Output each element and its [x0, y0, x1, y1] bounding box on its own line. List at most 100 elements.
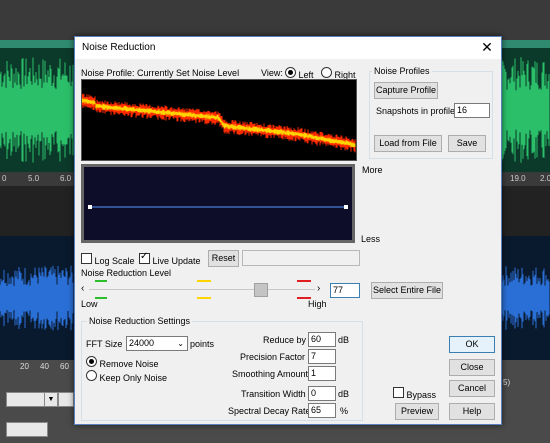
- waveform-spectrum-right[interactable]: [499, 236, 550, 360]
- select-entire-file-button[interactable]: Select Entire File: [371, 282, 443, 299]
- remove-noise-label: Remove Noise: [99, 359, 159, 369]
- fft-size-label: FFT Size: [86, 339, 123, 349]
- nr-settings-group: Noise Reduction Settings FFT Size 24000 …: [81, 316, 363, 421]
- bottom-tick: 20: [20, 362, 29, 371]
- noise-profiles-group-label: Noise Profiles: [372, 66, 432, 76]
- keep-only-noise-label: Keep Only Noise: [99, 373, 168, 383]
- nr-settings-group-label: Noise Reduction Settings: [87, 316, 193, 326]
- bottom-tick: 60: [60, 362, 69, 371]
- fft-size-value: 24000: [129, 338, 155, 348]
- chevron-down-icon[interactable]: ▼: [44, 392, 58, 407]
- partial-label: 5): [503, 378, 511, 387]
- slider-red-mark: [297, 280, 311, 282]
- precision-factor-label: Precision Factor: [240, 352, 306, 362]
- points-label: points: [190, 339, 215, 349]
- precision-factor-input[interactable]: 7: [308, 349, 336, 364]
- waveform-left-channel-left[interactable]: [0, 48, 74, 172]
- keep-only-noise-radio[interactable]: Keep Only Noise: [86, 370, 167, 383]
- checkmark-icon: ✓: [139, 251, 150, 264]
- nr-level-input[interactable]: 77: [330, 283, 360, 298]
- radio-icon: [321, 67, 332, 78]
- log-scale-label: Log Scale: [94, 256, 135, 266]
- nr-level-label: Noise Reduction Level: [81, 268, 172, 278]
- transition-width-unit: dB: [338, 389, 350, 399]
- noise-profile-graph: [81, 79, 357, 161]
- ruler-tick: 6.0: [60, 174, 72, 183]
- live-update-label: Live Update: [152, 256, 201, 266]
- reduction-curve-graph[interactable]: [81, 164, 355, 243]
- reduce-by-label: Reduce by: [263, 335, 307, 345]
- waveform-spectrum-left[interactable]: [0, 236, 74, 360]
- low-label: Low: [81, 299, 98, 309]
- slider-right-arrow-icon[interactable]: ›: [317, 283, 320, 294]
- curve-handle-right[interactable]: [344, 205, 348, 209]
- bottom-tick: 40: [40, 362, 49, 371]
- radio-icon: [86, 370, 97, 381]
- smoothing-amount-label: Smoothing Amount: [232, 369, 309, 379]
- close-icon[interactable]: ✕: [479, 39, 495, 56]
- ruler-tick: 2.0: [540, 174, 550, 183]
- spectral-decay-unit: %: [340, 406, 349, 416]
- more-label: More: [362, 165, 383, 175]
- save-button[interactable]: Save: [448, 135, 486, 152]
- ok-button[interactable]: OK: [449, 336, 495, 353]
- transition-width-label: Transition Width: [241, 389, 306, 399]
- live-update-checkbox[interactable]: ✓ Live Update: [139, 251, 201, 266]
- bg-dropdown[interactable]: [6, 392, 46, 407]
- reset-display-field: [242, 250, 360, 266]
- load-from-file-button[interactable]: Load from File: [374, 135, 442, 152]
- cancel-button[interactable]: Cancel: [449, 380, 495, 397]
- radio-icon: [285, 67, 296, 78]
- spectral-decay-label: Spectral Decay Rate: [228, 406, 311, 416]
- slider-left-arrow-icon[interactable]: ‹: [81, 283, 84, 294]
- chevron-down-icon: ⌄: [177, 339, 184, 348]
- slider-yellow-mark: [197, 297, 211, 299]
- snapshots-input[interactable]: 16: [454, 103, 490, 118]
- help-button[interactable]: Help: [449, 403, 495, 420]
- close-button[interactable]: Close: [449, 359, 495, 376]
- noise-profile-red-band: [81, 93, 356, 153]
- radio-icon: [86, 356, 97, 367]
- waveform-path: [499, 57, 550, 163]
- noise-profiles-group: Noise Profiles Capture Profile Snapshots…: [369, 66, 493, 159]
- snapshots-label: Snapshots in profile: [376, 106, 456, 116]
- view-label: View:: [261, 68, 283, 78]
- dialog-titlebar: Noise Reduction ✕: [75, 37, 501, 59]
- spectral-decay-input[interactable]: 65: [308, 403, 336, 418]
- slider-track: [89, 289, 315, 290]
- log-scale-checkbox[interactable]: Log Scale: [81, 253, 135, 266]
- ruler-tick: 0: [2, 174, 7, 183]
- less-label: Less: [361, 234, 381, 244]
- checkbox-icon: [393, 387, 404, 398]
- bypass-label: Bypass: [406, 390, 437, 400]
- noise-profile-label: Noise Profile: Currently Set Noise Level: [81, 68, 240, 78]
- high-label: High: [308, 299, 327, 309]
- ruler-tick: 5.0: [28, 174, 40, 183]
- dialog-title: Noise Reduction: [82, 42, 156, 53]
- slider-thumb[interactable]: [253, 283, 268, 297]
- slider-yellow-mark: [197, 280, 211, 282]
- waveform-path: [0, 265, 74, 331]
- checkbox-icon: [81, 253, 92, 264]
- nr-level-slider[interactable]: ‹ ›: [81, 280, 321, 300]
- reduce-by-unit: dB: [338, 335, 350, 345]
- noise-reduction-dialog: Noise Reduction ✕ Noise Profile: Current…: [74, 36, 502, 425]
- preview-button[interactable]: Preview: [395, 403, 439, 420]
- curve-handle-left[interactable]: [88, 205, 92, 209]
- transition-width-input[interactable]: 0: [308, 386, 336, 401]
- remove-noise-radio[interactable]: Remove Noise: [86, 356, 159, 369]
- bg-button[interactable]: [58, 392, 74, 407]
- fft-size-select[interactable]: 24000 ⌄: [126, 336, 188, 351]
- reset-button[interactable]: Reset: [208, 250, 239, 267]
- ruler-tick: 19.0: [510, 174, 526, 183]
- editor-toolbar-area: [0, 0, 550, 40]
- waveform-path: [0, 57, 74, 163]
- smoothing-amount-input[interactable]: 1: [308, 366, 336, 381]
- capture-profile-button[interactable]: Capture Profile: [374, 82, 438, 99]
- slider-green-mark: [95, 280, 107, 282]
- bypass-checkbox[interactable]: Bypass: [393, 387, 436, 400]
- reduce-by-input[interactable]: 60: [308, 332, 336, 347]
- waveform-left-channel-right[interactable]: [499, 48, 550, 172]
- bg-field[interactable]: [6, 422, 48, 437]
- waveform-path: [499, 266, 550, 330]
